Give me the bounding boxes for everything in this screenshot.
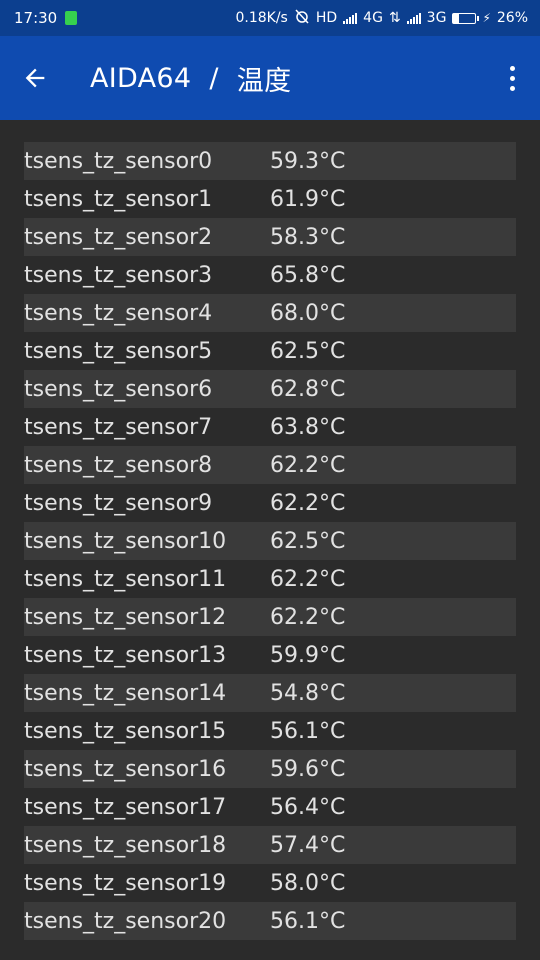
sensor-value: 62.5°C (270, 528, 346, 554)
sensor-name: tsens_tz_sensor4 (24, 300, 213, 326)
title-separator: / (209, 62, 219, 94)
sensor-name: tsens_tz_sensor2 (24, 224, 213, 250)
battery-fill (453, 13, 460, 23)
sensor-name: tsens_tz_sensor3 (24, 262, 213, 288)
sim-card-icon (65, 11, 78, 25)
sensor-row[interactable]: tsens_tz_sensor4 68.0°C (24, 294, 516, 332)
sensor-row[interactable]: tsens_tz_sensor9 62.2°C (24, 484, 516, 522)
sensor-name: tsens_tz_sensor17 (24, 794, 227, 820)
sensor-value: 56.1°C (270, 908, 346, 934)
sensor-value: 61.9°C (270, 186, 346, 212)
signal-strength-icon (343, 12, 358, 24)
battery-percent: 26% (496, 10, 528, 26)
sensor-name: tsens_tz_sensor5 (24, 338, 213, 364)
more-options-button[interactable] (484, 36, 540, 120)
sensor-row[interactable]: tsens_tz_sensor6 62.8°C (24, 370, 516, 408)
sensor-row[interactable]: tsens_tz_sensor10 62.5°C (24, 522, 516, 560)
app-name: AIDA64 (90, 62, 192, 94)
sensor-row[interactable]: tsens_tz_sensor8 62.2°C (24, 446, 516, 484)
sensor-value: 56.4°C (270, 794, 346, 820)
arrow-back-icon (25, 68, 45, 88)
sensor-row[interactable]: tsens_tz_sensor3 65.8°C (24, 256, 516, 294)
sensor-row[interactable]: tsens_tz_sensor16 59.6°C (24, 750, 516, 788)
app-bar: AIDA64 / 温度 (0, 36, 540, 120)
sensor-value: 58.3°C (270, 224, 346, 250)
sensor-row[interactable]: tsens_tz_sensor0 59.3°C (24, 142, 516, 180)
sensor-row[interactable]: tsens_tz_sensor14 54.8°C (24, 674, 516, 712)
sensor-name: tsens_tz_sensor20 (24, 908, 227, 934)
sensor-value: 68.0°C (270, 300, 346, 326)
sensor-row[interactable]: tsens_tz_sensor15 56.1°C (24, 712, 516, 750)
signal-strength-icon-2 (406, 12, 421, 24)
sensor-name: tsens_tz_sensor8 (24, 452, 213, 478)
status-bar: 17:30 0.18K/s HD 4G ⇅ 3G ⚡ 26% (0, 0, 540, 36)
sensor-value: 57.4°C (270, 832, 346, 858)
data-transfer-icon: ⇅ (388, 10, 401, 26)
sensor-value: 63.8°C (270, 414, 346, 440)
sensor-name: tsens_tz_sensor10 (24, 528, 227, 554)
battery-icon (452, 12, 480, 24)
alarm-off-icon (294, 8, 310, 28)
sensor-name: tsens_tz_sensor16 (24, 756, 227, 782)
sensor-name: tsens_tz_sensor11 (24, 566, 227, 592)
sensor-name: tsens_tz_sensor19 (24, 870, 227, 896)
sensor-value: 65.8°C (270, 262, 346, 288)
sensor-value: 62.2°C (270, 566, 346, 592)
more-vert-icon (509, 63, 515, 93)
status-time: 17:30 (14, 9, 58, 27)
sensor-name: tsens_tz_sensor18 (24, 832, 227, 858)
sensor-name: tsens_tz_sensor1 (24, 186, 213, 212)
sensor-name: tsens_tz_sensor0 (24, 148, 213, 174)
sensor-row[interactable]: tsens_tz_sensor7 63.8°C (24, 408, 516, 446)
sensor-row[interactable]: tsens_tz_sensor20 56.1°C (24, 902, 516, 940)
sensor-value: 62.5°C (270, 338, 346, 364)
sensor-row[interactable]: tsens_tz_sensor19 58.0°C (24, 864, 516, 902)
charging-icon: ⚡ (482, 11, 491, 25)
sensor-value: 62.2°C (270, 490, 346, 516)
status-left: 17:30 (14, 9, 78, 27)
sensor-name: tsens_tz_sensor7 (24, 414, 213, 440)
sensor-row[interactable]: tsens_tz_sensor12 62.2°C (24, 598, 516, 636)
sensor-row[interactable]: tsens_tz_sensor5 62.5°C (24, 332, 516, 370)
sensor-row[interactable]: tsens_tz_sensor2 58.3°C (24, 218, 516, 256)
sensor-list[interactable]: tsens_tz_sensor0 59.3°C tsens_tz_sensor1 61… (0, 120, 540, 960)
sensor-value: 56.1°C (270, 718, 346, 744)
sensor-name: tsens_tz_sensor6 (24, 376, 213, 402)
sensor-value: 62.2°C (270, 452, 346, 478)
sensor-name: tsens_tz_sensor12 (24, 604, 227, 630)
network-type-2: 3G (426, 10, 447, 26)
status-right: 0.18K/s HD 4G ⇅ 3G ⚡ 26% (235, 8, 528, 28)
sensor-name: tsens_tz_sensor13 (24, 642, 227, 668)
sensor-row[interactable]: tsens_tz_sensor18 57.4°C (24, 826, 516, 864)
network-speed: 0.18K/s (235, 10, 288, 26)
sensor-name: tsens_tz_sensor14 (24, 680, 227, 706)
section-title: 温度 (236, 65, 292, 97)
sensor-row[interactable]: tsens_tz_sensor17 56.4°C (24, 788, 516, 826)
back-button[interactable] (0, 36, 70, 120)
sensor-name: tsens_tz_sensor9 (24, 490, 213, 516)
sensor-row[interactable]: tsens_tz_sensor13 59.9°C (24, 636, 516, 674)
network-type-1: 4G (363, 10, 383, 26)
sensor-value: 54.8°C (270, 680, 346, 706)
sensor-value: 59.3°C (270, 148, 346, 174)
sensor-name: tsens_tz_sensor15 (24, 718, 227, 744)
sensor-row[interactable]: tsens_tz_sensor11 62.2°C (24, 560, 516, 598)
sensor-value: 59.9°C (270, 642, 346, 668)
sensor-list-content: tsens_tz_sensor0 59.3°C tsens_tz_sensor1 61… (24, 142, 516, 940)
sensor-value: 58.0°C (270, 870, 346, 896)
sensor-value: 62.2°C (270, 604, 346, 630)
sensor-value: 62.8°C (270, 376, 346, 402)
sensor-value: 59.6°C (270, 756, 346, 782)
sensor-row[interactable]: tsens_tz_sensor1 61.9°C (24, 180, 516, 218)
page-title: AIDA64 / 温度 (90, 59, 291, 98)
hd-label: HD (315, 10, 338, 26)
